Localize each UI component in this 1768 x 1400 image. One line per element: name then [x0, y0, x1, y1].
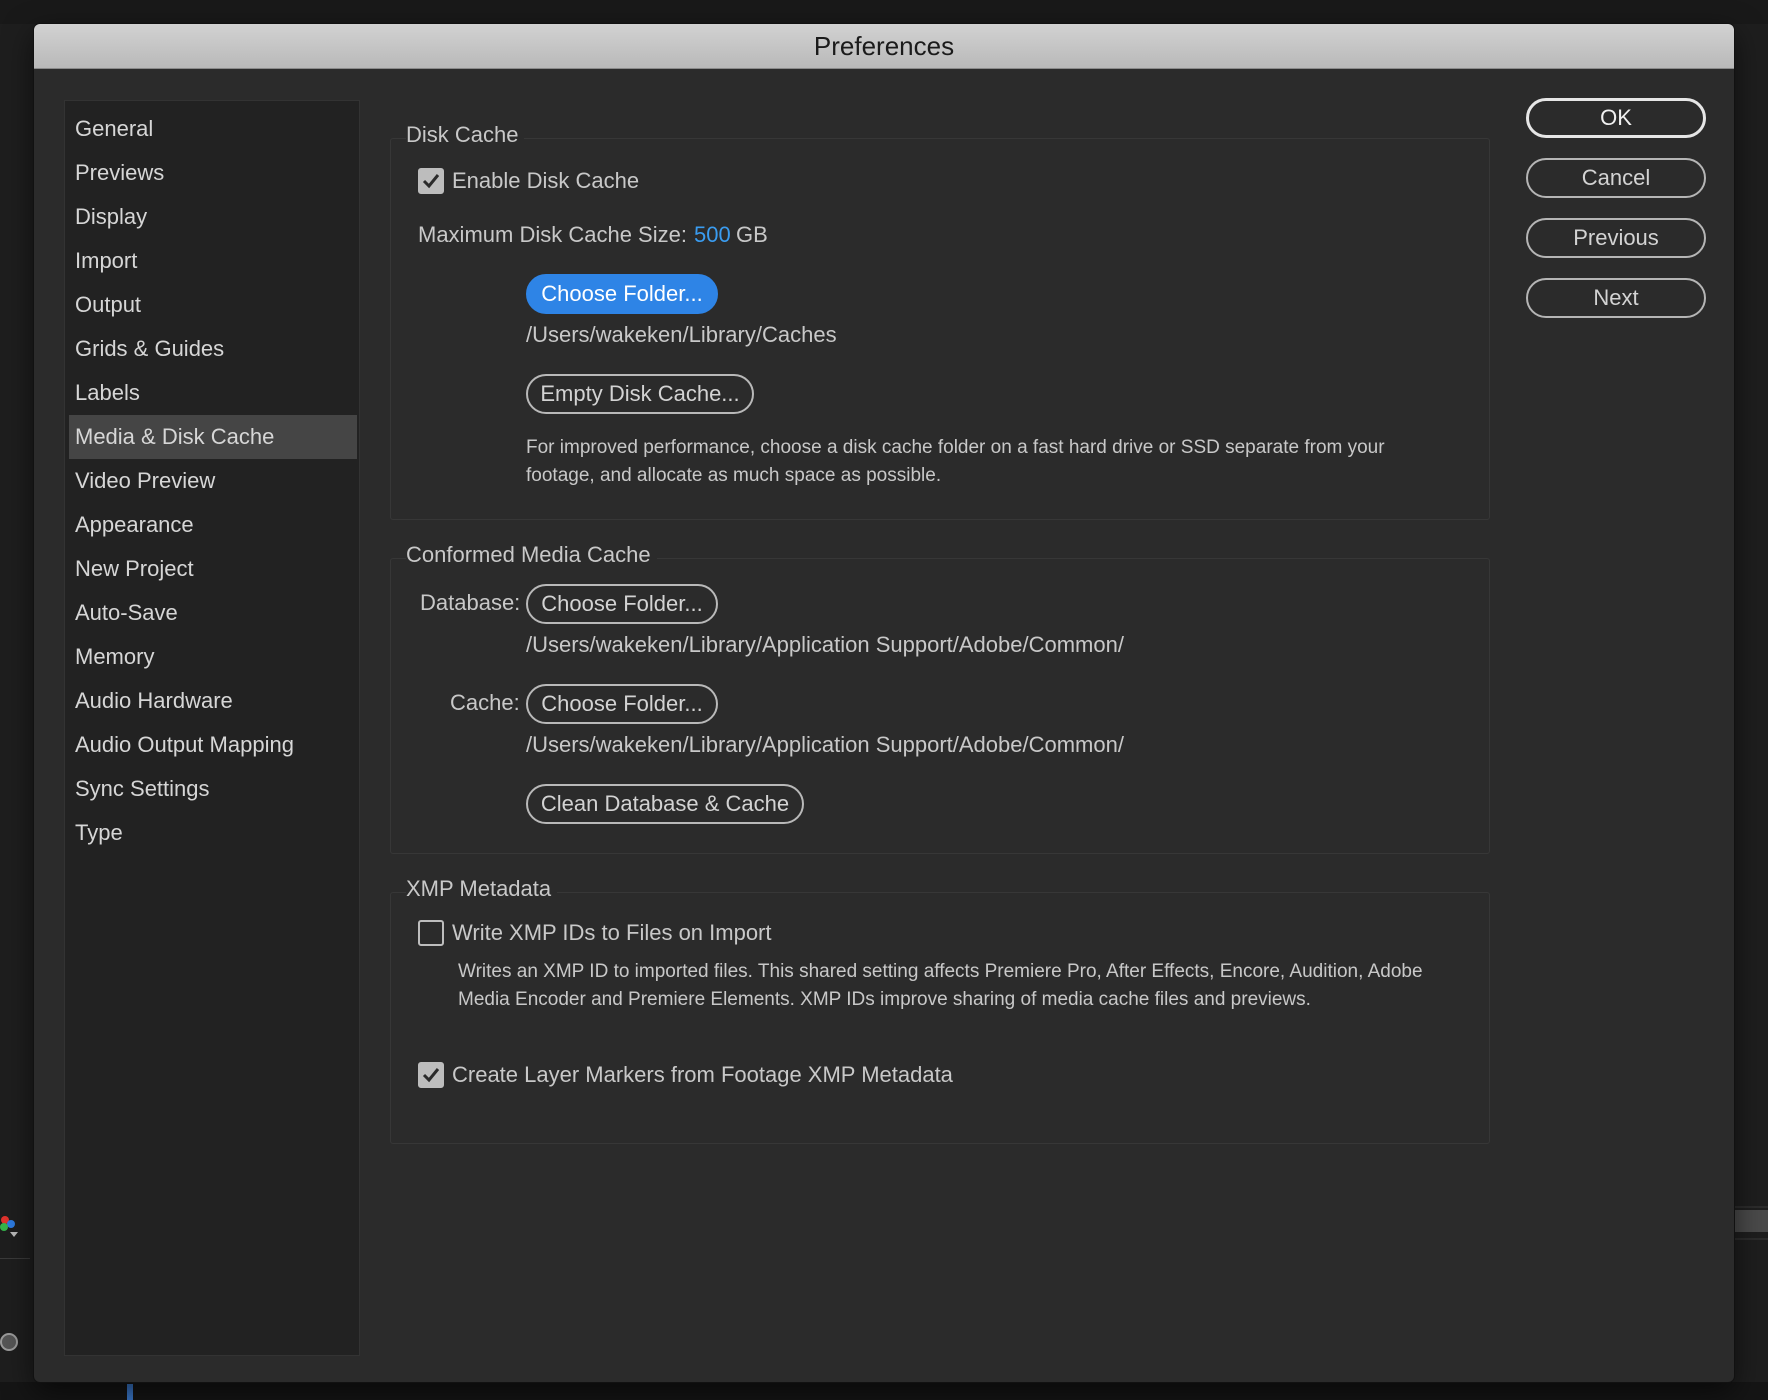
- background-divider: [0, 1258, 30, 1259]
- disk-cache-description: For improved performance, choose a disk …: [526, 437, 1385, 486]
- enable-disk-cache-label[interactable]: Enable Disk Cache: [452, 168, 639, 194]
- sidebar-item-grids-guides[interactable]: Grids & Guides: [69, 327, 357, 371]
- previous-button[interactable]: Previous: [1526, 218, 1706, 258]
- cancel-button[interactable]: Cancel: [1526, 158, 1706, 198]
- sidebar-item-import[interactable]: Import: [69, 239, 357, 283]
- sidebar-item-audio-hardware[interactable]: Audio Hardware: [69, 679, 357, 723]
- background-timeline: [0, 1382, 1768, 1400]
- ok-button[interactable]: OK: [1526, 98, 1706, 138]
- background-knob-icon: [0, 1333, 18, 1351]
- xmp-metadata-title: XMP Metadata: [406, 876, 558, 902]
- preferences-dialog: Preferences General Previews Display Imp…: [34, 24, 1734, 1382]
- max-cache-size-unit: GB: [736, 222, 768, 247]
- sidebar-item-type[interactable]: Type: [69, 811, 357, 855]
- sidebar-item-audio-output-mapping[interactable]: Audio Output Mapping: [69, 723, 357, 767]
- background-app-top: [0, 0, 1768, 24]
- write-xmp-ids-description: Writes an XMP ID to imported files. This…: [458, 961, 1423, 1010]
- disk-cache-folder-path: /Users/wakeken/Library/Caches: [526, 322, 837, 347]
- create-layer-markers-checkbox[interactable]: [418, 1062, 444, 1088]
- sidebar-item-new-project[interactable]: New Project: [69, 547, 357, 591]
- disk-cache-choose-folder-button[interactable]: Choose Folder...: [526, 274, 718, 314]
- sidebar-item-media-disk-cache[interactable]: Media & Disk Cache: [69, 415, 357, 459]
- sidebar-item-labels[interactable]: Labels: [69, 371, 357, 415]
- background-scrollbar: [1734, 1210, 1768, 1232]
- database-choose-folder-button[interactable]: Choose Folder...: [526, 584, 718, 624]
- clean-database-cache-button[interactable]: Clean Database & Cache: [526, 784, 804, 824]
- checkmark-icon: [422, 1068, 440, 1083]
- cache-label: Cache:: [450, 690, 520, 715]
- empty-disk-cache-button[interactable]: Empty Disk Cache...: [526, 374, 754, 414]
- write-xmp-ids-label[interactable]: Write XMP IDs to Files on Import: [452, 920, 772, 946]
- color-wheel-icon: [0, 1212, 22, 1242]
- write-xmp-ids-checkbox[interactable]: [418, 920, 444, 946]
- conformed-media-cache-title: Conformed Media Cache: [406, 542, 657, 568]
- next-button[interactable]: Next: [1526, 278, 1706, 318]
- sidebar-item-output[interactable]: Output: [69, 283, 357, 327]
- window-title: Preferences: [34, 24, 1734, 69]
- sidebar-item-sync-settings[interactable]: Sync Settings: [69, 767, 357, 811]
- background-band: [1734, 1206, 1768, 1208]
- sidebar-item-memory[interactable]: Memory: [69, 635, 357, 679]
- disk-cache-title: Disk Cache: [406, 122, 525, 148]
- cache-choose-folder-button[interactable]: Choose Folder...: [526, 684, 718, 724]
- preferences-sidebar: General Previews Display Import Output G…: [64, 100, 360, 1356]
- sidebar-item-display[interactable]: Display: [69, 195, 357, 239]
- checkmark-icon: [422, 174, 440, 189]
- max-cache-size-label: Maximum Disk Cache Size:: [418, 222, 687, 247]
- background-band: [1734, 1238, 1768, 1240]
- playhead-marker: [127, 1384, 133, 1400]
- sidebar-item-video-preview[interactable]: Video Preview: [69, 459, 357, 503]
- cache-folder-path: /Users/wakeken/Library/Application Suppo…: [526, 732, 1124, 757]
- sidebar-item-auto-save[interactable]: Auto-Save: [69, 591, 357, 635]
- sidebar-item-previews[interactable]: Previews: [69, 151, 357, 195]
- database-folder-path: /Users/wakeken/Library/Application Suppo…: [526, 632, 1124, 657]
- sidebar-item-appearance[interactable]: Appearance: [69, 503, 357, 547]
- create-layer-markers-label[interactable]: Create Layer Markers from Footage XMP Me…: [452, 1062, 953, 1088]
- enable-disk-cache-checkbox[interactable]: [418, 168, 444, 194]
- database-label: Database:: [420, 590, 521, 615]
- sidebar-item-general[interactable]: General: [69, 107, 357, 151]
- max-cache-size-value[interactable]: 500: [694, 222, 731, 248]
